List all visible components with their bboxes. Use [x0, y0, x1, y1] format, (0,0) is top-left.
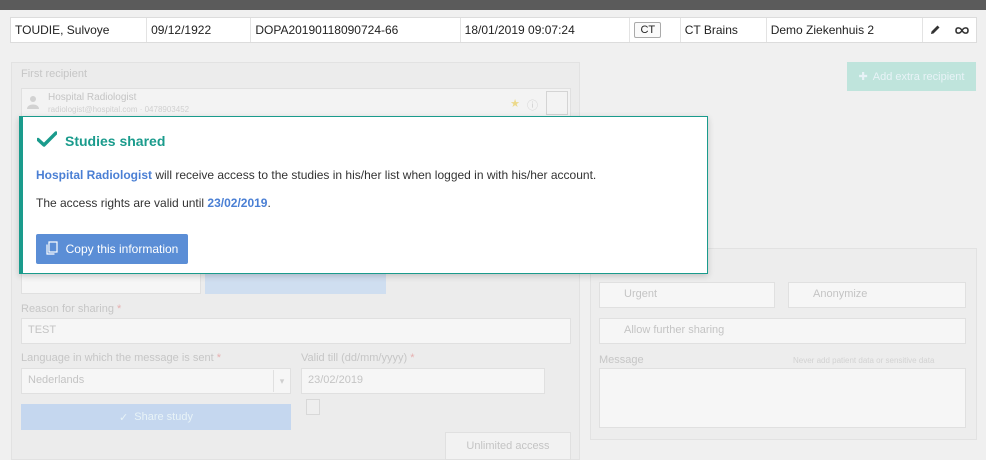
top-bar — [0, 0, 986, 10]
recipient-link[interactable]: Hospital Radiologist — [36, 168, 152, 182]
message-label: Message — [599, 354, 644, 366]
chevron-down-icon[interactable]: ▾ — [273, 370, 290, 392]
recipient-card[interactable]: Hospital Radiologist radiologist@hospita… — [21, 88, 571, 118]
share-study-button[interactable]: ✓ Share study — [21, 404, 291, 430]
message-hint: Never add patient data or sensitive data — [793, 356, 935, 365]
valid-till-label: Valid till (dd/mm/yyyy) * — [301, 352, 415, 364]
institution-cell: Demo Ziekenhuis 2 — [767, 18, 923, 42]
message-textarea[interactable] — [599, 368, 966, 428]
study-datetime-cell: 18/01/2019 09:07:24 — [461, 18, 631, 42]
modality-badge: CT — [634, 22, 662, 38]
recipient-search-input[interactable] — [21, 272, 201, 294]
valid-until-date: 23/02/2019 — [207, 196, 268, 210]
infinity-icon[interactable] — [955, 23, 969, 38]
user-icon — [27, 95, 39, 112]
add-extra-recipient-button[interactable]: ✚ Add extra recipient — [847, 62, 976, 91]
copy-information-button[interactable]: Copy this information — [36, 234, 188, 264]
info-icon[interactable]: ⓘ — [527, 97, 538, 113]
study-row[interactable]: TOUDIE, Sulvoye 09/12/1922 DOPA201901180… — [10, 17, 977, 43]
copy-icon — [46, 240, 58, 258]
language-label: Language in which the message is sent * — [21, 352, 221, 364]
patient-name-cell: TOUDIE, Sulvoye — [11, 18, 148, 42]
check-icon: ✓ — [119, 411, 129, 424]
star-icon[interactable]: ★ — [510, 97, 520, 110]
calendar-icon[interactable] — [306, 399, 320, 415]
accession-cell: DOPA20190118090724-66 — [251, 18, 461, 42]
language-select[interactable]: Nederlands — [21, 368, 291, 394]
dialog-title: Studies shared — [65, 132, 166, 149]
recipient-name: Hospital Radiologist — [48, 92, 137, 103]
urgent-checkbox[interactable]: Urgent — [599, 282, 775, 308]
anonymize-checkbox[interactable]: Anonymize — [788, 282, 966, 308]
validity-line: The access rights are valid until 23/02/… — [36, 196, 271, 210]
first-recipient-label: First recipient — [21, 68, 88, 80]
reason-label: Reason for sharing * — [21, 303, 122, 315]
birth-date-cell: 09/12/1922 — [147, 18, 252, 42]
allow-further-sharing-checkbox[interactable]: Allow further sharing — [599, 318, 966, 344]
dialog-header: Studies shared — [36, 131, 166, 150]
description-cell: CT Brains — [681, 18, 767, 42]
invite-button[interactable] — [205, 272, 386, 294]
modality-cell: CT — [630, 18, 681, 42]
checkmark-icon — [36, 131, 58, 150]
remove-recipient-icon[interactable] — [546, 91, 568, 115]
row-actions — [923, 18, 976, 42]
plus-icon: ✚ — [858, 71, 868, 83]
studies-shared-dialog: Studies shared Hospital Radiologist will… — [19, 116, 708, 274]
reason-input[interactable]: TEST — [21, 318, 571, 344]
recipient-email: radiologist@hospital.com · 0478903452 — [48, 105, 190, 114]
valid-till-input[interactable]: 23/02/2019 — [301, 368, 545, 394]
pencil-icon[interactable] — [930, 23, 941, 38]
unlimited-access-button[interactable]: Unlimited access — [445, 432, 571, 460]
access-info-line: Hospital Radiologist will receive access… — [36, 168, 597, 182]
